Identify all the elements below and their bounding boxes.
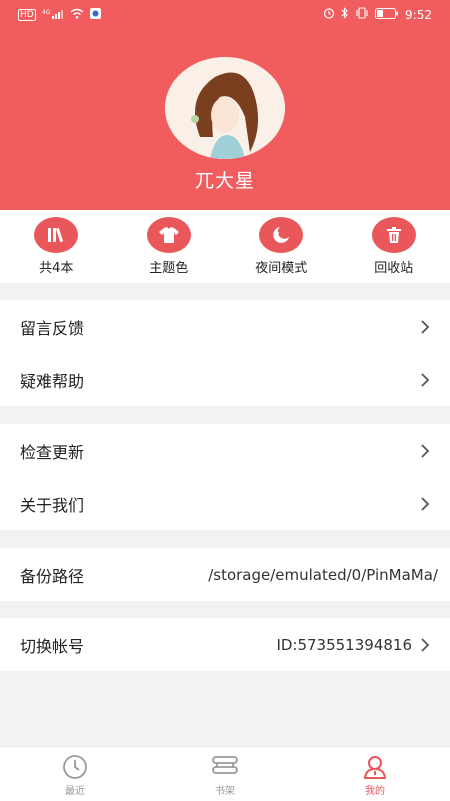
account-id: ID:573551394816 [276,636,412,654]
switch-account-label: 切换帐号 [20,633,276,657]
bluetooth-icon [341,7,349,22]
bookshelf-icon [211,754,239,780]
username: 兀大星 [0,166,450,193]
tab-mine[interactable]: 我的 [300,747,450,801]
user-icon [362,754,388,780]
vibrate-icon [355,7,369,22]
bookcount-button[interactable]: 共4本 [0,210,113,283]
about-label: 关于我们 [20,492,420,516]
tab-bookshelf[interactable]: 书架 [150,747,300,801]
clock-icon [62,754,88,780]
profile-header: HD 4G 9:52 [0,0,450,210]
theme-color-button[interactable]: 主题色 [113,210,226,283]
status-bar: HD 4G 9:52 [0,0,450,30]
app-notification-icon [90,8,101,22]
alarm-icon [323,7,335,22]
backup-path-row[interactable]: 备份路径 /storage/emulated/0/PinMaMa/ [0,548,450,601]
check-update-label: 检查更新 [20,439,420,463]
tab-recent-label: 最近 [65,782,85,797]
chevron-right-icon [420,373,430,387]
menu-group-support: 留言反馈 疑难帮助 [0,300,450,406]
menu-group-backup: 备份路径 /storage/emulated/0/PinMaMa/ [0,548,450,601]
signal-icon: 4G [42,8,64,22]
quick-actions-bar: 共4本 主题色 夜间模式 回收站 [0,210,450,283]
bookcount-label: 共4本 [39,257,73,276]
avatar[interactable] [165,57,285,159]
help-row[interactable]: 疑难帮助 [0,353,450,406]
backup-path-label: 备份路径 [20,563,208,587]
clock-time: 9:52 [405,8,432,22]
bottom-nav: 最近 书架 我的 [0,746,450,801]
check-update-row[interactable]: 检查更新 [0,424,450,477]
switch-account-row[interactable]: 切换帐号 ID:573551394816 [0,618,450,671]
help-label: 疑难帮助 [20,368,420,392]
wifi-icon [70,8,84,22]
tab-recent[interactable]: 最近 [0,747,150,801]
chevron-right-icon [420,638,430,652]
tab-mine-label: 我的 [365,782,385,797]
about-row[interactable]: 关于我们 [0,477,450,530]
menu-group-account: 切换帐号 ID:573551394816 [0,618,450,671]
books-icon [34,217,78,253]
moon-icon [259,217,303,253]
svg-text:4G: 4G [42,9,51,16]
chevron-right-icon [420,320,430,334]
hd-indicator: HD [18,9,36,21]
chevron-right-icon [420,444,430,458]
battery-icon [375,8,399,22]
recycle-bin-button[interactable]: 回收站 [338,210,450,283]
tshirt-icon [147,217,191,253]
backup-path-value: /storage/emulated/0/PinMaMa/ [208,566,438,584]
menu-group-app: 检查更新 关于我们 [0,424,450,530]
night-mode-button[interactable]: 夜间模式 [225,210,338,283]
chevron-right-icon [420,497,430,511]
theme-color-label: 主题色 [149,257,188,276]
night-mode-label: 夜间模式 [255,257,307,276]
feedback-label: 留言反馈 [20,315,420,339]
feedback-row[interactable]: 留言反馈 [0,300,450,353]
tab-bookshelf-label: 书架 [215,782,235,797]
recycle-bin-label: 回收站 [374,257,413,276]
trash-icon [372,217,416,253]
